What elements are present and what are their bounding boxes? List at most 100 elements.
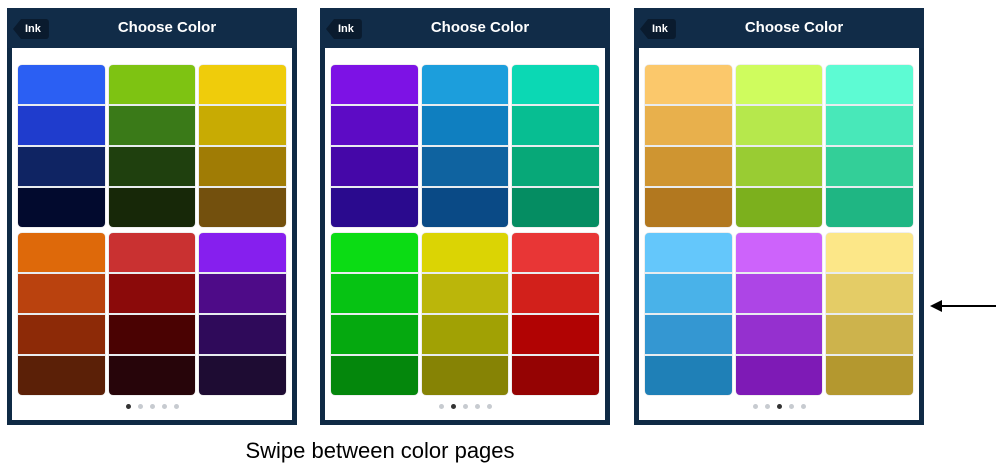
color-swatch[interactable] <box>108 233 196 274</box>
color-swatch[interactable] <box>421 188 509 227</box>
color-swatch[interactable] <box>735 147 823 188</box>
color-group <box>18 65 105 227</box>
color-swatch[interactable] <box>826 274 913 315</box>
color-swatch[interactable] <box>512 233 599 274</box>
color-swatch[interactable] <box>18 65 105 106</box>
page-dot[interactable] <box>764 404 770 409</box>
color-swatch[interactable] <box>645 274 732 315</box>
page-dot[interactable] <box>474 404 480 409</box>
color-swatch[interactable] <box>826 315 913 356</box>
color-group <box>421 65 509 227</box>
color-swatch[interactable] <box>512 274 599 315</box>
color-swatch[interactable] <box>826 147 913 188</box>
color-swatch[interactable] <box>331 315 418 356</box>
color-swatch[interactable] <box>421 315 509 356</box>
page-dot[interactable] <box>752 404 758 409</box>
color-swatch[interactable] <box>645 106 732 147</box>
color-swatch[interactable] <box>18 147 105 188</box>
color-swatch[interactable] <box>199 147 286 188</box>
page-dot[interactable] <box>125 404 131 409</box>
page-dot[interactable] <box>486 404 492 409</box>
color-swatch[interactable] <box>421 233 509 274</box>
color-swatch[interactable] <box>512 315 599 356</box>
color-swatch[interactable] <box>826 65 913 106</box>
color-swatch[interactable] <box>18 106 105 147</box>
color-swatch[interactable] <box>18 274 105 315</box>
color-group <box>331 233 418 395</box>
color-swatch[interactable] <box>826 106 913 147</box>
color-page[interactable] <box>325 12 605 420</box>
color-swatch[interactable] <box>645 356 732 395</box>
color-swatch[interactable] <box>18 356 105 395</box>
color-swatch[interactable] <box>18 315 105 356</box>
color-page[interactable] <box>12 12 292 420</box>
color-swatch[interactable] <box>512 65 599 106</box>
color-swatch[interactable] <box>735 274 823 315</box>
color-swatch[interactable] <box>421 106 509 147</box>
color-swatch[interactable] <box>645 188 732 227</box>
color-swatch[interactable] <box>735 188 823 227</box>
color-swatch[interactable] <box>645 233 732 274</box>
nav-bar: Ink Choose Color <box>320 8 610 48</box>
page-dot[interactable] <box>450 404 456 409</box>
color-swatch[interactable] <box>108 106 196 147</box>
color-swatch[interactable] <box>108 356 196 395</box>
color-swatch[interactable] <box>421 356 509 395</box>
color-swatch[interactable] <box>512 188 599 227</box>
color-swatch[interactable] <box>826 188 913 227</box>
color-swatch[interactable] <box>735 233 823 274</box>
color-swatch[interactable] <box>645 315 732 356</box>
color-swatch[interactable] <box>199 233 286 274</box>
color-swatch[interactable] <box>108 147 196 188</box>
color-swatch[interactable] <box>735 315 823 356</box>
page-dot[interactable] <box>137 404 143 409</box>
color-swatch[interactable] <box>512 147 599 188</box>
page-dot[interactable] <box>438 404 444 409</box>
color-swatch[interactable] <box>108 188 196 227</box>
page-dot[interactable] <box>149 404 155 409</box>
color-group <box>512 65 599 227</box>
color-swatch[interactable] <box>645 147 732 188</box>
color-swatch[interactable] <box>645 65 732 106</box>
color-swatch[interactable] <box>331 188 418 227</box>
color-swatch[interactable] <box>512 356 599 395</box>
color-swatch[interactable] <box>331 356 418 395</box>
color-swatch[interactable] <box>331 106 418 147</box>
color-swatch[interactable] <box>826 356 913 395</box>
page-dot[interactable] <box>800 404 806 409</box>
page-indicator[interactable] <box>12 404 292 412</box>
color-swatch[interactable] <box>108 274 196 315</box>
color-swatch[interactable] <box>199 315 286 356</box>
page-indicator[interactable] <box>639 404 919 412</box>
color-swatch[interactable] <box>199 106 286 147</box>
color-swatch[interactable] <box>826 233 913 274</box>
color-swatch[interactable] <box>199 356 286 395</box>
color-swatch[interactable] <box>331 147 418 188</box>
page-dot[interactable] <box>161 404 167 409</box>
color-page[interactable] <box>639 12 919 420</box>
color-swatch[interactable] <box>108 65 196 106</box>
color-swatch[interactable] <box>421 147 509 188</box>
color-swatch[interactable] <box>421 65 509 106</box>
color-swatch[interactable] <box>18 233 105 274</box>
color-swatch[interactable] <box>18 188 105 227</box>
phone-screen: Ink Choose Color <box>7 8 297 425</box>
page-dot[interactable] <box>776 404 782 409</box>
color-group <box>735 233 823 395</box>
color-swatch[interactable] <box>331 65 418 106</box>
color-swatch[interactable] <box>735 356 823 395</box>
page-dot[interactable] <box>173 404 179 409</box>
color-swatch[interactable] <box>735 65 823 106</box>
color-swatch[interactable] <box>199 65 286 106</box>
color-swatch[interactable] <box>421 274 509 315</box>
page-dot[interactable] <box>462 404 468 409</box>
color-swatch[interactable] <box>108 315 196 356</box>
page-indicator[interactable] <box>325 404 605 412</box>
color-swatch[interactable] <box>735 106 823 147</box>
color-swatch[interactable] <box>199 274 286 315</box>
color-swatch[interactable] <box>331 233 418 274</box>
page-dot[interactable] <box>788 404 794 409</box>
color-swatch[interactable] <box>331 274 418 315</box>
color-swatch[interactable] <box>199 188 286 227</box>
color-swatch[interactable] <box>512 106 599 147</box>
